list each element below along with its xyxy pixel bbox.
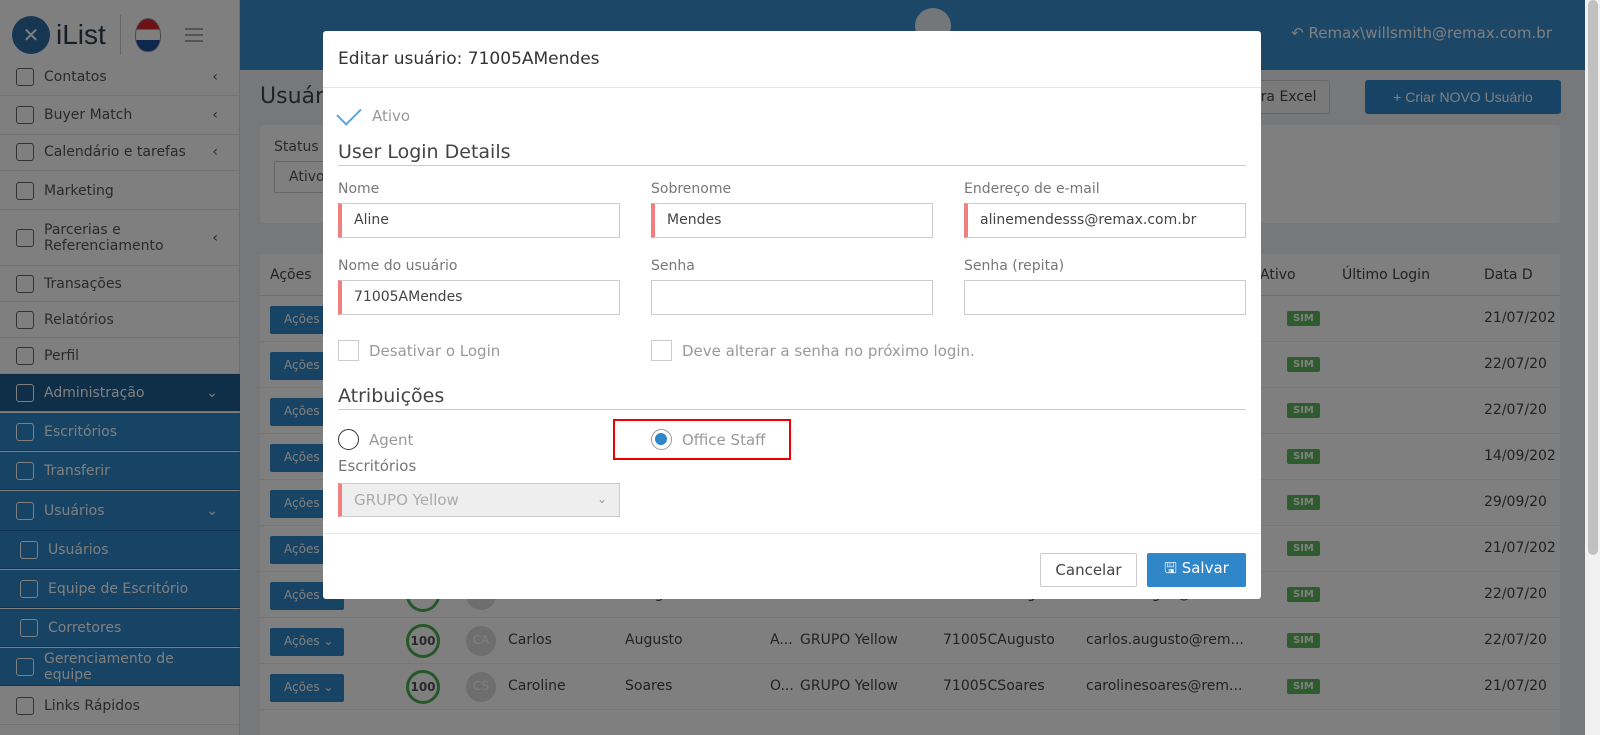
floppy-disk-icon: 🖫 bbox=[1164, 558, 1182, 577]
alterar-senha-label: Deve alterar a senha no próximo login. bbox=[682, 341, 975, 360]
usuario-field[interactable]: 71005AMendes bbox=[338, 280, 620, 315]
scrollbar-thumb[interactable] bbox=[1588, 0, 1598, 555]
senha-field[interactable] bbox=[651, 280, 933, 315]
sobrenome-field[interactable]: Mendes bbox=[651, 203, 933, 238]
edit-user-modal: Editar usuário: 71005AMendes Ativo User … bbox=[323, 31, 1261, 599]
checkmark-icon bbox=[336, 100, 362, 126]
highlight-box bbox=[613, 419, 791, 460]
cancel-button[interactable]: Cancelar bbox=[1040, 553, 1137, 587]
chevron-down-icon: ⌄ bbox=[596, 492, 607, 506]
escritorios-value: GRUPO Yellow bbox=[354, 491, 459, 509]
radio-circle bbox=[338, 429, 359, 450]
email-label: Endereço de e-mail bbox=[964, 181, 1100, 197]
modal-footer: Cancelar 🖫 Salvar bbox=[323, 533, 1261, 599]
escritorios-label: Escritórios bbox=[338, 457, 417, 475]
page-scrollbar[interactable] bbox=[1585, 0, 1600, 735]
sobrenome-label: Sobrenome bbox=[651, 181, 732, 197]
senha-repita-field[interactable] bbox=[964, 280, 1246, 315]
save-button[interactable]: 🖫 Salvar bbox=[1147, 553, 1246, 587]
ativo-checkbox[interactable]: Ativo bbox=[336, 100, 411, 126]
modal-title: Editar usuário: 71005AMendes bbox=[323, 31, 1261, 88]
checkbox-box bbox=[338, 340, 359, 361]
save-label: Salvar bbox=[1181, 558, 1229, 577]
desativar-login-label: Desativar o Login bbox=[369, 341, 501, 360]
agent-radio[interactable]: Agent bbox=[338, 429, 413, 450]
nome-field[interactable]: Aline bbox=[338, 203, 620, 238]
email-field[interactable]: alinemendesss@remax.com.br bbox=[964, 203, 1246, 238]
agent-label: Agent bbox=[369, 430, 414, 449]
senha-label: Senha bbox=[651, 258, 695, 274]
ativo-label: Ativo bbox=[372, 107, 411, 125]
checkbox-box bbox=[651, 340, 672, 361]
escritorios-select[interactable]: GRUPO Yellow ⌄ bbox=[338, 483, 620, 517]
nome-label: Nome bbox=[338, 181, 380, 197]
desativar-login-checkbox[interactable]: Desativar o Login bbox=[338, 340, 500, 361]
atribuicoes-heading: Atribuições bbox=[338, 385, 1246, 410]
alterar-senha-checkbox[interactable]: Deve alterar a senha no próximo login. bbox=[651, 340, 975, 361]
login-details-heading: User Login Details bbox=[338, 141, 1246, 166]
senha-repita-label: Senha (repita) bbox=[964, 258, 1065, 274]
usuario-label: Nome do usuário bbox=[338, 258, 458, 274]
